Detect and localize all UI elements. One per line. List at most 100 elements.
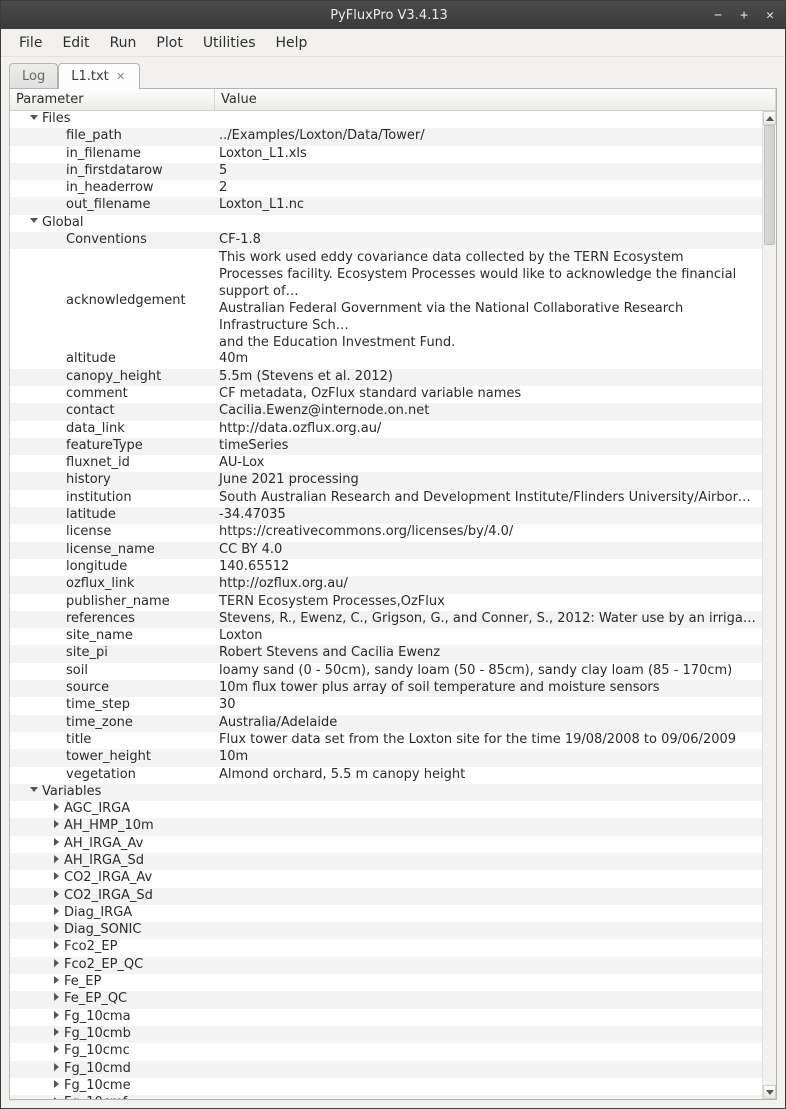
tree-leaf-row[interactable]: out_filenameLoxton_L1.nc bbox=[10, 197, 762, 214]
tree-group-row[interactable]: CO2_IRGA_Sd bbox=[10, 888, 762, 905]
scroll-down-icon[interactable] bbox=[763, 1085, 776, 1099]
tree-leaf-row[interactable]: data_linkhttp://data.ozflux.org.au/ bbox=[10, 421, 762, 438]
value-cell: Loxton_L1.nc bbox=[215, 197, 762, 212]
tree-leaf-row[interactable]: institutionSouth Australian Research and… bbox=[10, 490, 762, 507]
chevron-right-icon[interactable] bbox=[50, 870, 62, 882]
tree-leaf-row[interactable]: time_zoneAustralia/Adelaide bbox=[10, 715, 762, 732]
tab-close-icon[interactable]: ✕ bbox=[115, 71, 127, 83]
tree-leaf-row[interactable]: referencesStevens, R., Ewenz, C., Grigso… bbox=[10, 611, 762, 628]
close-icon[interactable]: ✕ bbox=[763, 8, 777, 22]
chevron-right-icon[interactable] bbox=[50, 853, 62, 865]
menu-help[interactable]: Help bbox=[268, 31, 316, 55]
tree-group-row[interactable]: Fg_10cmb bbox=[10, 1026, 762, 1043]
tree-leaf-row[interactable]: ConventionsCF-1.8 bbox=[10, 232, 762, 249]
tree-leaf-row[interactable]: latitude-34.47035 bbox=[10, 507, 762, 524]
chevron-right-icon[interactable] bbox=[50, 888, 62, 900]
tree-leaf-row[interactable]: contactCacilia.Ewenz@internode.on.net bbox=[10, 403, 762, 420]
tree-group-row[interactable]: Files bbox=[10, 111, 762, 128]
tree-group-row[interactable]: AH_IRGA_Sd bbox=[10, 853, 762, 870]
tree-leaf-row[interactable]: license_nameCC BY 4.0 bbox=[10, 542, 762, 559]
tree-leaf-row[interactable]: fluxnet_idAU-Lox bbox=[10, 455, 762, 472]
tab-log[interactable]: Log bbox=[9, 63, 58, 89]
tree-leaf-row[interactable]: source10m flux tower plus array of soil … bbox=[10, 680, 762, 697]
tree-leaf-row[interactable]: titleFlux tower data set from the Loxton… bbox=[10, 732, 762, 749]
chevron-right-icon[interactable] bbox=[50, 939, 62, 951]
menu-plot[interactable]: Plot bbox=[148, 31, 190, 55]
tree-group-row[interactable]: Fg_10cmf bbox=[10, 1095, 762, 1099]
column-header-parameter[interactable]: Parameter bbox=[10, 89, 215, 110]
scroll-thumb[interactable] bbox=[764, 125, 775, 245]
tree-group-row[interactable]: Diag_IRGA bbox=[10, 905, 762, 922]
parameter-cell: in_firstdatarow bbox=[10, 163, 215, 178]
tree-group-row[interactable]: Fg_10cma bbox=[10, 1009, 762, 1026]
tree-group-row[interactable]: Fg_10cmd bbox=[10, 1061, 762, 1078]
chevron-right-icon[interactable] bbox=[50, 1009, 62, 1021]
tree-leaf-row[interactable]: altitude40m bbox=[10, 351, 762, 368]
chevron-right-icon[interactable] bbox=[50, 905, 62, 917]
tree-group-row[interactable]: Fg_10cmc bbox=[10, 1043, 762, 1060]
tree-group-row[interactable]: AGC_IRGA bbox=[10, 801, 762, 818]
menu-utilities[interactable]: Utilities bbox=[195, 31, 264, 55]
tree-leaf-row[interactable]: commentCF metadata, OzFlux standard vari… bbox=[10, 386, 762, 403]
chevron-down-icon[interactable] bbox=[28, 111, 40, 123]
tree-leaf-row[interactable]: ozflux_linkhttp://ozflux.org.au/ bbox=[10, 576, 762, 593]
tree-leaf-row[interactable]: acknowledgementThis work used eddy covar… bbox=[10, 249, 762, 351]
tree-leaf-row[interactable]: file_path../Examples/Loxton/Data/Tower/ bbox=[10, 128, 762, 145]
parameter-cell: Fg_10cme bbox=[10, 1078, 215, 1093]
chevron-right-icon[interactable] bbox=[50, 991, 62, 1003]
tree-leaf-row[interactable]: historyJune 2021 processing bbox=[10, 472, 762, 489]
chevron-right-icon[interactable] bbox=[50, 1026, 62, 1038]
vertical-scrollbar[interactable] bbox=[762, 111, 776, 1099]
chevron-right-icon[interactable] bbox=[50, 974, 62, 986]
column-header-value[interactable]: Value bbox=[215, 89, 776, 110]
scroll-up-icon[interactable] bbox=[763, 111, 776, 125]
tree-leaf-row[interactable]: vegetationAlmond orchard, 5.5 m canopy h… bbox=[10, 767, 762, 784]
tree-leaf-row[interactable]: time_step30 bbox=[10, 697, 762, 714]
tree-group-row[interactable]: Variables bbox=[10, 784, 762, 801]
tree-leaf-row[interactable]: longitude140.65512 bbox=[10, 559, 762, 576]
tree-group-row[interactable]: Fe_EP bbox=[10, 974, 762, 991]
tree-group-row[interactable]: AH_IRGA_Av bbox=[10, 836, 762, 853]
tree-group-row[interactable]: CO2_IRGA_Av bbox=[10, 870, 762, 887]
tree-leaf-row[interactable]: publisher_nameTERN Ecosystem Processes,O… bbox=[10, 594, 762, 611]
chevron-right-icon[interactable] bbox=[50, 1061, 62, 1073]
parameter-label: acknowledgement bbox=[66, 293, 186, 308]
tab-l1txt[interactable]: L1.txt ✕ bbox=[58, 63, 140, 89]
tree-leaf-row[interactable]: in_headerrow2 bbox=[10, 180, 762, 197]
tree-leaf-row[interactable]: in_firstdatarow5 bbox=[10, 163, 762, 180]
chevron-right-icon[interactable] bbox=[50, 1095, 62, 1099]
tree-leaf-row[interactable]: tower_height10m bbox=[10, 749, 762, 766]
parameter-cell: Fco2_EP_QC bbox=[10, 957, 215, 972]
chevron-down-icon[interactable] bbox=[28, 784, 40, 796]
menu-file[interactable]: File bbox=[11, 31, 50, 55]
chevron-right-icon[interactable] bbox=[50, 922, 62, 934]
tree-group-row[interactable]: Fe_EP_QC bbox=[10, 991, 762, 1008]
chevron-right-icon[interactable] bbox=[50, 1043, 62, 1055]
tree-group-row[interactable]: Global bbox=[10, 215, 762, 232]
maximize-icon[interactable]: + bbox=[737, 8, 751, 22]
tree-group-row[interactable]: Fco2_EP bbox=[10, 939, 762, 956]
parameter-label: Fg_10cma bbox=[64, 1009, 131, 1024]
tree-leaf-row[interactable]: site_piRobert Stevens and Cacilia Ewenz bbox=[10, 645, 762, 662]
tree-leaf-row[interactable]: soilloamy sand (0 - 50cm), sandy loam (5… bbox=[10, 663, 762, 680]
value-line: and the Education Investment Fund. bbox=[219, 334, 758, 351]
value-cell: 5 bbox=[215, 163, 762, 178]
menu-edit[interactable]: Edit bbox=[54, 31, 97, 55]
tree-leaf-row[interactable]: site_nameLoxton bbox=[10, 628, 762, 645]
tree-leaf-row[interactable]: canopy_height5.5m (Stevens et al. 2012) bbox=[10, 369, 762, 386]
tree-group-row[interactable]: AH_HMP_10m bbox=[10, 818, 762, 835]
tree-leaf-row[interactable]: in_filenameLoxton_L1.xls bbox=[10, 146, 762, 163]
chevron-right-icon[interactable] bbox=[50, 818, 62, 830]
minimize-icon[interactable]: − bbox=[711, 8, 725, 22]
tree-leaf-row[interactable]: featureTypetimeSeries bbox=[10, 438, 762, 455]
menu-run[interactable]: Run bbox=[102, 31, 145, 55]
tree-group-row[interactable]: Fco2_EP_QC bbox=[10, 957, 762, 974]
chevron-right-icon[interactable] bbox=[50, 957, 62, 969]
chevron-right-icon[interactable] bbox=[50, 1078, 62, 1090]
tree-group-row[interactable]: Diag_SONIC bbox=[10, 922, 762, 939]
chevron-right-icon[interactable] bbox=[50, 801, 62, 813]
chevron-down-icon[interactable] bbox=[28, 215, 40, 227]
chevron-right-icon[interactable] bbox=[50, 836, 62, 848]
tree-group-row[interactable]: Fg_10cme bbox=[10, 1078, 762, 1095]
tree-leaf-row[interactable]: licensehttps://creativecommons.org/licen… bbox=[10, 524, 762, 541]
